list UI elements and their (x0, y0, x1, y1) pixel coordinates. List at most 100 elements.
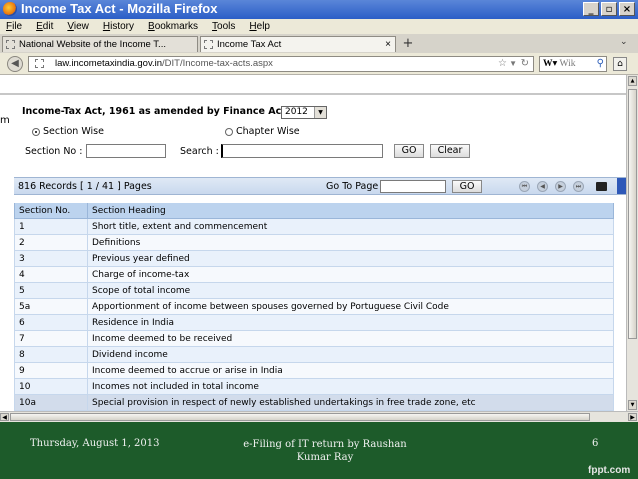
section-heading-cell[interactable]: Charge of income-tax (87, 266, 614, 283)
firefox-logo-icon (3, 2, 17, 16)
horizontal-scroll-thumb[interactable] (10, 413, 590, 421)
reload-icon[interactable]: ↻ (521, 57, 529, 71)
section-heading-cell[interactable]: Scope of total income (87, 282, 614, 299)
menu-file[interactable]: File (6, 21, 22, 32)
clipped-left-text: m (0, 115, 10, 126)
site-identity-icon (35, 59, 44, 68)
scroll-left-arrow-icon[interactable]: ◀ (0, 413, 9, 421)
table-row[interactable]: 3 Previous year defined (14, 250, 614, 267)
section-heading-cell[interactable]: Short title, extent and commencement (87, 218, 614, 235)
previous-page-icon[interactable]: ◀ (537, 181, 548, 192)
section-wise-label: Section Wise (43, 126, 104, 137)
tab-label: National Website of the Income T... (19, 39, 166, 50)
section-no-cell: 10 (14, 378, 88, 395)
search-engine-logo[interactable]: W (543, 59, 553, 69)
section-no-cell: 3 (14, 250, 88, 267)
finance-act-year-select[interactable]: 2012 ▼ (281, 106, 327, 119)
tab-list-chevron-icon[interactable]: ⌄ (620, 37, 628, 47)
table-row[interactable]: 10a Special provision in respect of newly… (14, 394, 614, 411)
close-tab-icon[interactable]: × (385, 37, 391, 52)
table-row[interactable]: 10 Incomes not included in total income (14, 378, 614, 395)
search-box[interactable]: W▾ Wik ⚲ (539, 56, 607, 72)
menu-view[interactable]: View (67, 21, 89, 32)
close-window-button[interactable]: × (619, 2, 635, 16)
section-no-cell: 8 (14, 346, 88, 363)
scroll-down-arrow-icon[interactable]: ▼ (628, 400, 637, 410)
section-heading-cell[interactable]: Incomes not included in total income (87, 378, 614, 395)
table-row[interactable]: 4 Charge of income-tax (14, 266, 614, 283)
clear-button[interactable]: Clear (430, 144, 470, 158)
maximize-button[interactable]: ▫ (601, 2, 617, 16)
horizontal-scrollbar[interactable]: ◀ ▶ (0, 411, 638, 422)
table-row[interactable]: 5 Scope of total income (14, 282, 614, 299)
tab-national-website[interactable]: National Website of the Income T... (2, 36, 198, 52)
table-row[interactable]: 1 Short title, extent and commencement (14, 218, 614, 235)
slide-page-number: 6 (592, 438, 599, 449)
page-icon (204, 40, 213, 49)
section-heading-cell[interactable]: Apportionment of income between spouses … (87, 298, 614, 315)
section-heading-cell[interactable]: Previous year defined (87, 250, 614, 267)
search-icon[interactable]: ⚲ (597, 57, 604, 71)
next-page-icon[interactable]: ▶ (555, 181, 566, 192)
go-button[interactable]: GO (394, 144, 424, 158)
table-row[interactable]: 8 Dividend income (14, 346, 614, 363)
vertical-scrollbar[interactable]: ▲ ▼ (626, 75, 638, 411)
selected-year: 2012 (285, 107, 308, 117)
url-path: /DIT/Income-tax-acts.aspx (162, 58, 273, 69)
content-divider (0, 93, 626, 95)
url-history-chevron-icon[interactable]: ▼ (509, 57, 517, 71)
act-title: Income-Tax Act, 1961 as amended by Finan… (22, 106, 286, 117)
first-page-icon[interactable]: ⏮ (519, 181, 530, 192)
scroll-up-arrow-icon[interactable]: ▲ (628, 76, 637, 86)
section-heading-cell[interactable]: Income deemed to accrue or arise in Indi… (87, 362, 614, 379)
grid-edge-handle (617, 178, 626, 194)
tab-label: Income Tax Act (217, 39, 282, 50)
table-row[interactable]: 5a Apportionment of income between spouse… (14, 298, 614, 315)
section-no-input[interactable] (86, 144, 166, 158)
section-no-cell: 9 (14, 362, 88, 379)
printer-icon[interactable] (596, 182, 607, 191)
window-titlebar: Income Tax Act - Mozilla Firefox _ ▫ × (0, 0, 638, 19)
section-no-cell: 5 (14, 282, 88, 299)
section-heading-cell[interactable]: Dividend income (87, 346, 614, 363)
section-wise-radio[interactable] (32, 128, 40, 136)
address-bar[interactable]: law.incometaxindia.gov.in/DIT/Income-tax… (28, 56, 534, 72)
goto-go-button[interactable]: GO (452, 180, 482, 193)
section-heading-cell[interactable]: Definitions (87, 234, 614, 251)
home-icon[interactable]: ⌂ (613, 57, 627, 71)
slide-caption: e-Filing of IT return by Raushan Kumar R… (243, 439, 407, 463)
bookmark-star-icon[interactable]: ☆ (498, 57, 507, 71)
menu-edit[interactable]: Edit (36, 21, 53, 32)
fppt-logo: fppt.com (588, 465, 631, 476)
menu-bookmarks[interactable]: Bookmarks (148, 21, 198, 32)
table-row[interactable]: 7 Income deemed to be received (14, 330, 614, 347)
minimize-button[interactable]: _ (583, 2, 599, 16)
menu-history[interactable]: History (103, 21, 134, 32)
section-heading-cell[interactable]: Income deemed to be received (87, 330, 614, 347)
back-button[interactable]: ◀ (7, 56, 23, 72)
sections-table: Section No. Section Heading 1 Short title… (14, 203, 614, 411)
record-summary: 816 Records [ 1 / 41 ] Pages (18, 181, 152, 192)
chapter-wise-label: Chapter Wise (236, 126, 300, 137)
scroll-right-arrow-icon[interactable]: ▶ (628, 413, 637, 421)
last-page-icon[interactable]: ⏭ (573, 181, 584, 192)
menu-tools[interactable]: Tools (212, 21, 235, 32)
dropdown-arrow-icon[interactable]: ▼ (314, 107, 326, 118)
tab-income-tax-act[interactable]: Income Tax Act × (200, 36, 396, 52)
table-row[interactable]: 9 Income deemed to accrue or arise in Ind… (14, 362, 614, 379)
table-row[interactable]: 2 Definitions (14, 234, 614, 251)
section-heading-cell[interactable]: Special provision in respect of newly es… (87, 394, 614, 411)
grid-toolbar: 816 Records [ 1 / 41 ] Pages Go To Page … (14, 177, 626, 195)
new-tab-button[interactable]: + (400, 37, 416, 51)
section-heading-cell[interactable]: Residence in India (87, 314, 614, 331)
column-header-section-heading[interactable]: Section Heading (87, 203, 614, 219)
chapter-wise-radio[interactable] (225, 128, 233, 136)
column-header-section-no[interactable]: Section No. (14, 203, 88, 219)
search-input[interactable] (221, 144, 383, 158)
menu-help[interactable]: Help (249, 21, 270, 32)
table-row[interactable]: 6 Residence in India (14, 314, 614, 331)
goto-page-input[interactable] (380, 180, 446, 193)
page-indicator: [ 1 / 41 ] Pages (79, 181, 152, 192)
section-no-label: Section No : (25, 146, 83, 157)
vertical-scroll-thumb[interactable] (628, 89, 637, 339)
